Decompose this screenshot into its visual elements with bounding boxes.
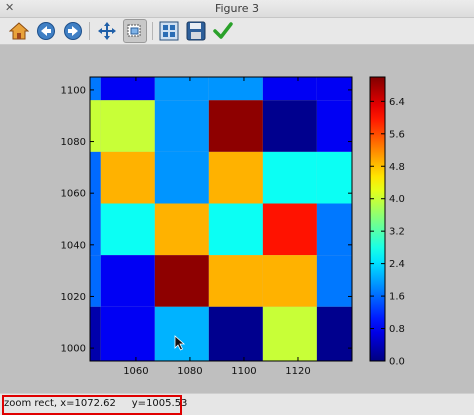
colorbar-tick-label: 4.8 xyxy=(389,162,405,173)
heatmap-cell xyxy=(90,151,101,204)
figure-canvas[interactable]: 1060 1080 1100 1120 1000 1020 1040 1060 1080 110… xyxy=(0,45,474,393)
heatmap-cell xyxy=(316,77,352,101)
toolbar-separator xyxy=(152,22,153,40)
heatmap-cell xyxy=(262,255,317,307)
heatmap-cell xyxy=(316,255,352,307)
heatmap-cell xyxy=(208,77,263,101)
heatmap-cell xyxy=(100,151,155,204)
heatmap-cell xyxy=(154,151,209,204)
heatmap-cell xyxy=(90,255,101,307)
heatmap-cell xyxy=(90,306,101,361)
heatmap-cell xyxy=(154,255,209,307)
y-tick-label: 1100 xyxy=(61,85,86,96)
heatmap-cell xyxy=(154,100,209,152)
save-button[interactable] xyxy=(185,20,207,42)
colorbar-tick-label: 6.4 xyxy=(389,97,405,108)
heatmap-cell xyxy=(262,77,317,101)
heatmap-cell xyxy=(208,255,263,307)
heatmap-cell xyxy=(100,100,155,152)
heatmap-cell xyxy=(316,100,352,152)
heatmap-cell xyxy=(90,100,101,152)
heatmap-cell xyxy=(316,203,352,256)
heatmap-cell xyxy=(262,100,317,152)
back-button[interactable] xyxy=(35,20,57,42)
heatmap-cell xyxy=(262,203,317,256)
heatmap-cell xyxy=(90,77,101,101)
heatmap-cell xyxy=(316,306,352,361)
pan-button[interactable] xyxy=(96,20,118,42)
heatmap-cell xyxy=(262,306,317,361)
toolbar xyxy=(0,18,474,45)
checkmark-icon xyxy=(213,22,233,39)
status-bar: zoom rect, x=1072.62 y=1005.53 xyxy=(0,393,474,415)
x-tick-label: 1120 xyxy=(285,366,310,377)
move-icon xyxy=(98,22,116,40)
toolbar-separator xyxy=(89,22,90,40)
status-text: zoom rect, x=1072.62 y=1005.53 xyxy=(4,398,188,409)
subplots-button[interactable] xyxy=(158,20,180,42)
heatmap-cell xyxy=(208,151,263,204)
heatmap-cell xyxy=(100,255,155,307)
mouse-cursor-icon xyxy=(174,335,186,355)
arrow-right-icon xyxy=(64,22,82,40)
heatmap-cells xyxy=(90,77,352,361)
colorbar-tick-label: 2.4 xyxy=(389,259,405,270)
heatmap-cell xyxy=(100,306,155,361)
zoom-rect-icon xyxy=(127,24,141,37)
forward-button[interactable] xyxy=(62,20,84,42)
heatmap-cell xyxy=(154,77,209,101)
edit-axes-button[interactable] xyxy=(212,20,234,42)
colorbar-tick-label: 0.8 xyxy=(389,324,405,335)
home-icon xyxy=(9,22,29,40)
colorbar: 0.0 0.8 1.6 2.4 3.2 4.0 4.8 5.6 6.4 xyxy=(369,76,405,368)
x-tick-label: 1100 xyxy=(231,366,256,377)
colorbar-tick-label: 4.0 xyxy=(389,194,405,205)
y-tick-label: 1040 xyxy=(61,240,86,251)
y-tick-label: 1080 xyxy=(61,137,86,148)
subplots-icon xyxy=(159,21,179,41)
heatmap-cell xyxy=(316,151,352,204)
colorbar-tick-label: 0.0 xyxy=(389,357,405,368)
zoom-button[interactable] xyxy=(123,19,147,43)
x-tick-label: 1080 xyxy=(177,366,202,377)
y-tick-label: 1020 xyxy=(61,292,86,303)
colorbar-tick-label: 1.6 xyxy=(389,292,405,303)
colorbar-gradient xyxy=(369,76,386,362)
arrow-left-icon xyxy=(37,22,55,40)
y-tick-label: 1000 xyxy=(61,344,86,355)
y-tick-label: 1060 xyxy=(61,189,86,200)
heatmap-cell xyxy=(208,306,263,361)
heatmap-cell xyxy=(100,77,155,101)
heatmap-cell xyxy=(208,203,263,256)
heatmap-cell xyxy=(100,203,155,256)
colorbar-tick-label: 5.6 xyxy=(389,129,405,140)
title-bar: ✕ Figure 3 xyxy=(0,0,474,18)
window-title: Figure 3 xyxy=(214,2,260,15)
x-tick-label: 1060 xyxy=(123,366,148,377)
heatmap-chart: 1060 1080 1100 1120 1000 1020 1040 1060 1080 110… xyxy=(61,76,405,377)
heatmap-cell xyxy=(154,203,209,256)
heatmap-cell xyxy=(208,100,263,152)
home-button[interactable] xyxy=(8,20,30,42)
floppy-icon xyxy=(186,21,206,41)
heatmap-cell xyxy=(262,151,317,204)
heatmap-cell xyxy=(90,203,101,256)
colorbar-tick-label: 3.2 xyxy=(389,227,405,238)
